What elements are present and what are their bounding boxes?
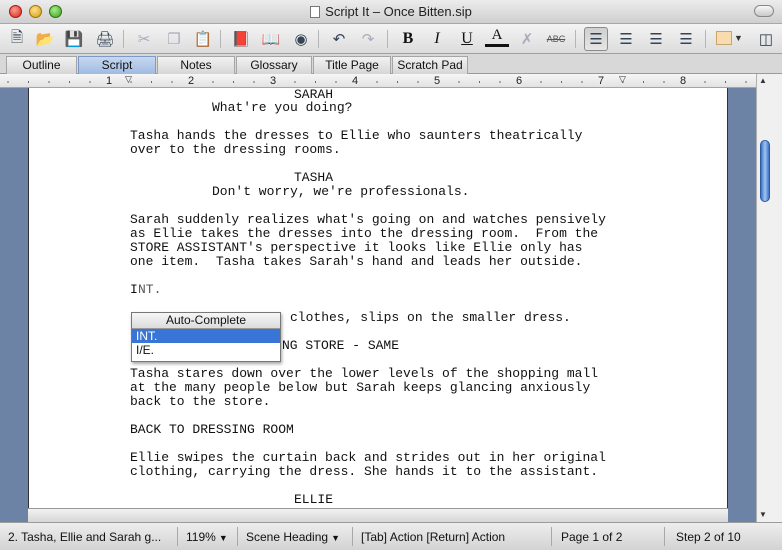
page-bottom-bar [28,508,728,522]
highlight-color-swatch[interactable] [716,31,732,45]
ruler-number: 7 [597,74,606,87]
script-line: ELLIE [294,492,334,507]
scroll-down-arrow-icon[interactable]: ▼ [759,510,767,519]
redo-icon[interactable]: ↷ [356,27,380,51]
scroll-up-arrow-icon[interactable]: ▲ [759,76,767,85]
clear-format-icon[interactable]: ✗ [515,27,539,51]
justify-icon[interactable]: ☰ [674,27,698,51]
autocomplete-suggestion-text: NT. [138,282,162,297]
script-line: What're you doing? [212,100,353,115]
ruler-number: 1 [105,74,114,87]
script-line: Ellie swipes the curtain back and stride… [130,450,606,465]
left-margin-marker-icon[interactable]: ▽ [125,74,132,84]
save-icon[interactable]: 💾 [62,27,86,51]
copy-icon[interactable]: ❐ [162,27,186,51]
autocomplete-item-int[interactable]: INT. [132,329,280,343]
align-right-icon[interactable]: ☰ [644,27,668,51]
script-line: at the many people below but Sarah keeps… [130,380,591,395]
sidebar-toggle-icon[interactable]: ◫ [754,27,778,51]
key-hints: [Tab] Action [Return] Action [361,530,506,544]
element-type-select[interactable]: Scene Heading ▼ [246,530,340,544]
highlight-color-dropdown-icon[interactable]: ▼ [734,33,743,43]
chevron-down-icon: ▼ [218,533,228,543]
cut-icon[interactable]: ✂ [132,27,156,51]
autocomplete-title: Auto-Complete [132,313,280,329]
vertical-scrollbar[interactable]: ▲ ▼ [756,74,782,522]
print-icon[interactable]: 🖨 [93,27,117,51]
binoculars-icon[interactable]: ◉ [289,27,313,51]
book-icon[interactable]: 📖 [259,27,283,51]
window-title-wrap: Script It – Once Bitten.sip [0,4,782,19]
script-line: as Ellie takes the dresses into the dres… [130,226,599,241]
chevron-down-icon: ▼ [331,533,340,543]
ruler-number: 3 [269,74,278,87]
text-color-icon[interactable]: A [485,27,509,47]
script-line: over to the dressing rooms. [130,142,341,157]
new-document-icon[interactable]: 🗎 [5,27,29,51]
script-line: NG STORE - SAME [282,338,400,353]
ruler-number: 2 [187,74,196,87]
scene-indicator[interactable]: 2. Tasha, Ellie and Sarah g... [8,530,161,544]
script-page[interactable]: SARAH What're you doing? Tasha hands the… [28,88,728,508]
typed-text: I [130,282,138,297]
script-line: back to the store. [130,394,271,409]
script-line: BACK TO DRESSING ROOM [130,422,294,437]
align-center-icon[interactable]: ☰ [614,27,638,51]
underline-button[interactable]: U [455,27,479,51]
scrollbar-thumb[interactable] [760,140,770,202]
zoom-value: 119% [186,530,216,544]
toolbar: 🗎 📂 💾 🖨 ✂ ❐ 📋 📕 📖 ◉ ↶ ↷ B I U A ✗ ABC ☰ … [0,24,782,54]
tab-scratch-pad[interactable]: Scratch Pad [392,56,468,74]
tab-title-page[interactable]: Title Page [313,56,391,74]
tab-notes[interactable]: Notes [157,56,235,74]
align-left-icon[interactable]: ☰ [584,27,608,51]
title-bar: Script It – Once Bitten.sip [0,0,782,24]
zoom-select[interactable]: 119% ▼ [186,530,228,544]
document-area: SARAH What're you doing? Tasha hands the… [0,88,756,522]
script-line: clothes, slips on the smaller dress. [290,310,571,325]
right-margin-marker-icon[interactable]: ▽ [619,74,626,84]
strikethrough-button[interactable]: ABC [544,27,568,51]
view-tabs: Outline Script Notes Glossary Title Page… [0,54,782,74]
open-folder-icon[interactable]: 📂 [33,27,57,51]
ruler[interactable]: 1 2 3 4 5 6 7 8 ▽ ▽ [0,74,756,88]
script-line: one item. Tasha takes Sarah's hand and l… [130,254,583,269]
paste-icon[interactable]: 📋 [191,27,215,51]
step-indicator: Step 2 of 10 [676,530,741,544]
toolbar-toggle-button[interactable] [754,5,774,17]
element-type-value: Scene Heading [246,530,329,544]
autocomplete-popup[interactable]: Auto-Complete INT. I/E. [131,312,281,362]
script-line: STORE ASSISTANT's perspective it looks l… [130,240,583,255]
status-bar: 2. Tasha, Ellie and Sarah g... 119% ▼ Sce… [0,522,782,550]
ruler-number: 8 [679,74,688,87]
tab-outline[interactable]: Outline [6,56,77,74]
page-indicator: Page 1 of 2 [561,530,623,544]
ruler-number: 4 [351,74,360,87]
ruler-number: 6 [515,74,524,87]
spellcheck-icon[interactable]: 📕 [229,27,253,51]
autocomplete-item-ie[interactable]: I/E. [132,343,280,357]
script-line: TASHA [294,170,334,185]
window-title: Script It – Once Bitten.sip [325,4,472,19]
italic-button[interactable]: I [425,27,449,51]
tab-script[interactable]: Script [78,56,156,74]
undo-icon[interactable]: ↶ [327,27,351,51]
script-line: clothing, carrying the dress. She hands … [130,464,599,479]
document-proxy-icon[interactable] [310,6,321,18]
ruler-number: 5 [433,74,442,87]
script-line: Don't worry, we're professionals. [212,184,470,199]
tab-glossary[interactable]: Glossary [236,56,312,74]
script-line: Tasha hands the dresses to Ellie who sau… [130,128,583,143]
script-line: Sarah suddenly realizes what's going on … [130,212,606,227]
script-line: Tasha stares down over the lower levels … [130,366,599,381]
bold-button[interactable]: B [396,27,420,51]
